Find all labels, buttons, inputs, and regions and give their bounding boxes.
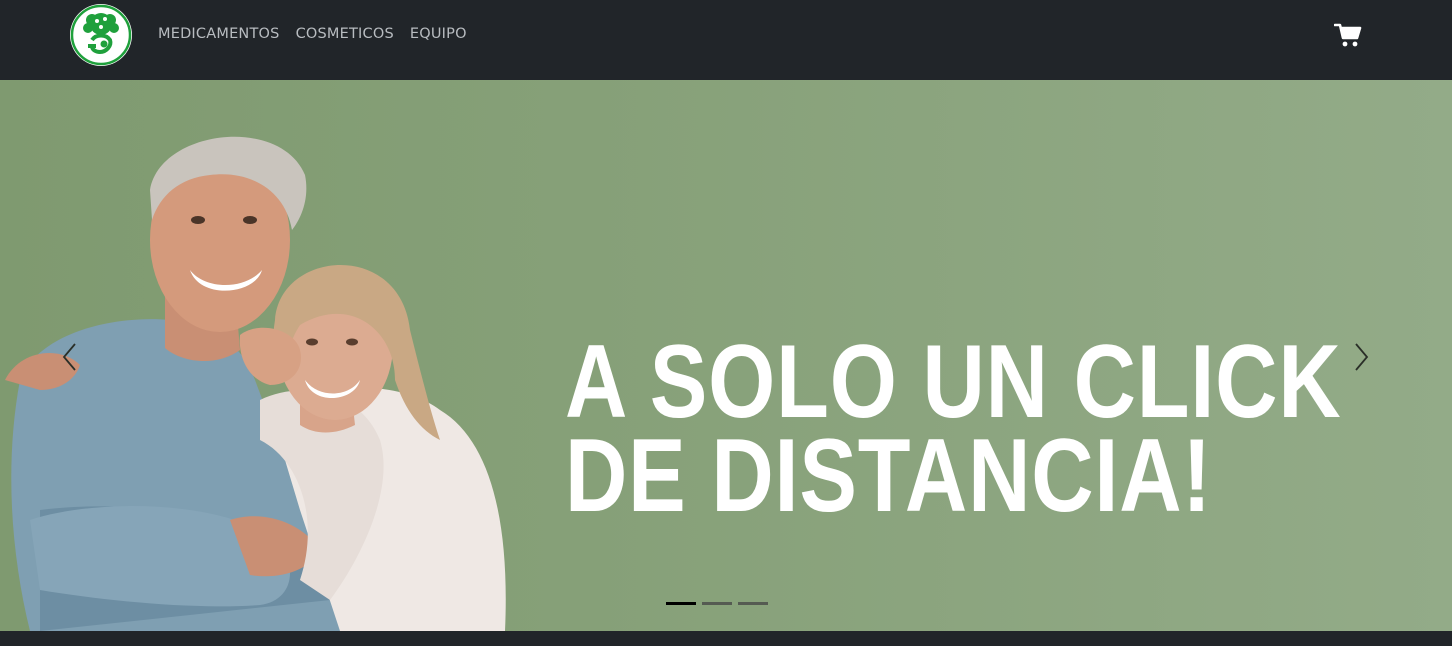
shopping-cart-icon bbox=[1334, 23, 1362, 47]
carousel-next-button[interactable] bbox=[1350, 342, 1374, 372]
cart-button[interactable] bbox=[1334, 22, 1362, 48]
hero-caption-line-1: A SOLO UN CLICK bbox=[565, 324, 1342, 440]
carousel-indicator-2[interactable] bbox=[702, 602, 732, 605]
hero-caption: A SOLO UN CLICK DE DISTANCIA! bbox=[565, 324, 1342, 534]
nav-links: MEDICAMENTOS COSMETICOS EQUIPO bbox=[158, 26, 467, 42]
carousel-indicator-1[interactable] bbox=[666, 602, 696, 605]
pharmacy-tree-logo-icon bbox=[70, 4, 132, 66]
footer-strip bbox=[0, 631, 1452, 646]
chevron-left-icon bbox=[62, 343, 76, 371]
chevron-right-icon bbox=[1355, 343, 1369, 371]
navbar: MEDICAMENTOS COSMETICOS EQUIPO bbox=[0, 0, 1452, 80]
carousel-prev-button[interactable] bbox=[58, 342, 82, 372]
carousel-indicators bbox=[666, 602, 768, 605]
nav-link-medicamentos[interactable]: MEDICAMENTOS bbox=[158, 26, 280, 42]
carousel-indicator-3[interactable] bbox=[738, 602, 768, 605]
nav-link-equipo[interactable]: EQUIPO bbox=[410, 26, 467, 42]
brand-logo[interactable] bbox=[70, 4, 132, 66]
hero-carousel: A SOLO UN CLICK DE DISTANCIA! bbox=[0, 80, 1452, 631]
hero-caption-line-2: DE DISTANCIA! bbox=[565, 418, 1212, 534]
nav-link-cosmeticos[interactable]: COSMETICOS bbox=[296, 26, 394, 42]
